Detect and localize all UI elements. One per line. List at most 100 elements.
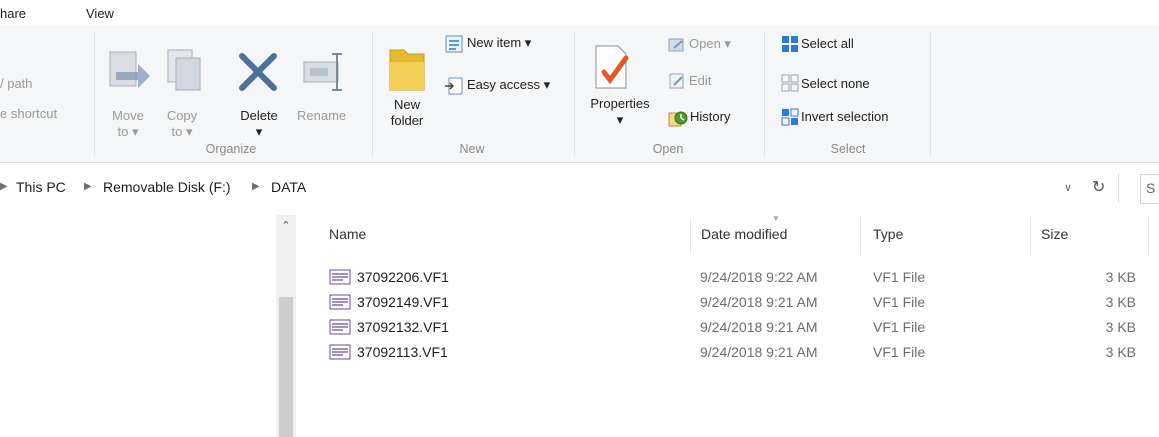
- file-type: VF1 File: [873, 294, 926, 310]
- file-name[interactable]: 37092206.VF1: [357, 269, 449, 285]
- copy-to-dropdown: to ▾: [171, 124, 193, 139]
- properties-button[interactable]: Properties ▾: [582, 96, 658, 128]
- breadcrumb-removable-disk[interactable]: Removable Disk (F:): [103, 179, 231, 195]
- vf1-file-icon: [329, 269, 351, 285]
- tab-view[interactable]: View: [86, 6, 114, 21]
- copy-to-icon: [167, 49, 201, 91]
- file-row[interactable]: 37092113.VF1 9/24/2018 9:21 AM VF1 File …: [300, 342, 1150, 363]
- refresh-icon[interactable]: ↻: [1092, 177, 1105, 197]
- address-divider: [1118, 174, 1119, 202]
- new-folder-label-line2: folder: [390, 113, 424, 128]
- sort-indicator-icon: ▼: [772, 214, 780, 223]
- vf1-file-icon: [329, 319, 351, 335]
- move-to-label: Move: [112, 108, 144, 123]
- group-divider: [372, 32, 373, 156]
- vf1-file-icon: [329, 294, 351, 310]
- file-name[interactable]: 37092132.VF1: [357, 319, 449, 335]
- history-button[interactable]: History: [690, 109, 730, 124]
- file-row[interactable]: 37092132.VF1 9/24/2018 9:21 AM VF1 File …: [300, 317, 1150, 338]
- select-all-button[interactable]: Select all: [801, 36, 854, 51]
- move-to-icon: [109, 51, 150, 88]
- paste-shortcut-button[interactable]: e shortcut: [0, 106, 57, 121]
- tab-share[interactable]: hare: [0, 6, 26, 21]
- properties-dropdown: ▾: [616, 112, 624, 127]
- column-divider[interactable]: [1030, 218, 1031, 254]
- new-folder-label-line1: New: [393, 97, 420, 112]
- file-date: 9/24/2018 9:21 AM: [700, 294, 818, 310]
- properties-label: Properties: [590, 96, 650, 111]
- file-type: VF1 File: [873, 344, 926, 360]
- file-size: 3 KB: [1105, 269, 1136, 285]
- select-all-icon: [782, 36, 798, 52]
- search-placeholder: S: [1146, 180, 1156, 196]
- group-divider: [930, 32, 931, 156]
- file-type: VF1 File: [873, 269, 926, 285]
- edit-button[interactable]: Edit: [689, 73, 711, 88]
- column-header-date-modified[interactable]: Date modified: [701, 226, 787, 242]
- delete-button[interactable]: Delete ▾: [230, 108, 288, 140]
- breadcrumb-chevron-icon[interactable]: ▶: [0, 181, 8, 192]
- invert-selection-button[interactable]: Invert selection: [801, 109, 888, 124]
- column-header-size[interactable]: Size: [1041, 226, 1068, 242]
- column-divider[interactable]: [860, 218, 861, 254]
- easy-access-button[interactable]: Easy access ▾: [467, 77, 550, 93]
- rename-button[interactable]: Rename: [297, 108, 346, 123]
- file-name[interactable]: 37092113.VF1: [357, 344, 448, 360]
- copy-to-button[interactable]: Copy to ▾: [158, 108, 206, 140]
- group-divider: [574, 32, 575, 156]
- delete-x-icon: [239, 53, 277, 91]
- column-header-type[interactable]: Type: [873, 226, 903, 242]
- open-button[interactable]: Open ▾: [689, 36, 731, 52]
- breadcrumb-data[interactable]: DATA: [271, 179, 306, 195]
- new-item-button[interactable]: New item ▾: [467, 35, 531, 51]
- column-header-name[interactable]: Name: [329, 226, 366, 242]
- address-bar[interactable]: ▶ This PC ▶ Removable Disk (F:) ▶ DATA ∨…: [0, 174, 1159, 204]
- scrollbar-thumb[interactable]: [279, 297, 293, 437]
- file-size: 3 KB: [1105, 344, 1136, 360]
- file-date: 9/24/2018 9:21 AM: [700, 319, 818, 335]
- nav-pane-scrollbar[interactable]: ⌃: [276, 215, 296, 437]
- move-to-button[interactable]: Move to ▾: [104, 108, 152, 140]
- open-icon: [668, 38, 684, 52]
- move-to-dropdown: to ▾: [117, 124, 139, 139]
- new-folder-icon: [389, 49, 425, 91]
- file-type: VF1 File: [873, 319, 926, 335]
- column-divider[interactable]: [1148, 218, 1149, 254]
- breadcrumb-chevron-icon[interactable]: ▶: [84, 181, 92, 192]
- file-name[interactable]: 37092149.VF1: [357, 294, 449, 310]
- address-history-dropdown-icon[interactable]: ∨: [1064, 181, 1072, 194]
- properties-icon: [595, 45, 629, 89]
- new-folder-button[interactable]: New folder: [376, 97, 438, 129]
- delete-dropdown: ▾: [255, 124, 263, 139]
- file-row[interactable]: 37092149.VF1 9/24/2018 9:21 AM VF1 File …: [300, 292, 1150, 313]
- ribbon-tab-bar: hare View: [0, 0, 1159, 26]
- select-none-icon: [781, 74, 799, 92]
- copy-to-label: Copy: [166, 108, 198, 123]
- easy-access-icon: [445, 77, 463, 95]
- edit-icon: [669, 73, 684, 89]
- invert-selection-icon: [781, 108, 799, 126]
- file-size: 3 KB: [1105, 294, 1136, 310]
- copy-path-button[interactable]: / path: [0, 76, 33, 91]
- group-divider: [94, 32, 95, 156]
- open-group-label: Open: [652, 142, 684, 156]
- select-none-button[interactable]: Select none: [801, 76, 870, 91]
- file-size: 3 KB: [1105, 319, 1136, 335]
- delete-label: Delete: [240, 108, 278, 123]
- select-group-label: Select: [830, 142, 866, 156]
- file-row[interactable]: 37092206.VF1 9/24/2018 9:22 AM VF1 File …: [300, 267, 1150, 288]
- search-input[interactable]: S: [1140, 174, 1159, 204]
- group-divider: [764, 32, 765, 156]
- breadcrumb-chevron-icon[interactable]: ▶: [252, 181, 260, 192]
- organize-group-label: Organize: [205, 142, 257, 156]
- new-item-icon: [445, 35, 463, 53]
- scroll-up-icon[interactable]: ⌃: [278, 219, 294, 232]
- rename-icon: [303, 53, 342, 91]
- column-divider[interactable]: [690, 218, 691, 254]
- file-date: 9/24/2018 9:22 AM: [700, 269, 818, 285]
- breadcrumb-this-pc[interactable]: This PC: [16, 179, 66, 195]
- new-group-label: New: [459, 142, 485, 156]
- history-icon: [668, 111, 688, 127]
- file-date: 9/24/2018 9:21 AM: [700, 344, 818, 360]
- vf1-file-icon: [329, 344, 351, 360]
